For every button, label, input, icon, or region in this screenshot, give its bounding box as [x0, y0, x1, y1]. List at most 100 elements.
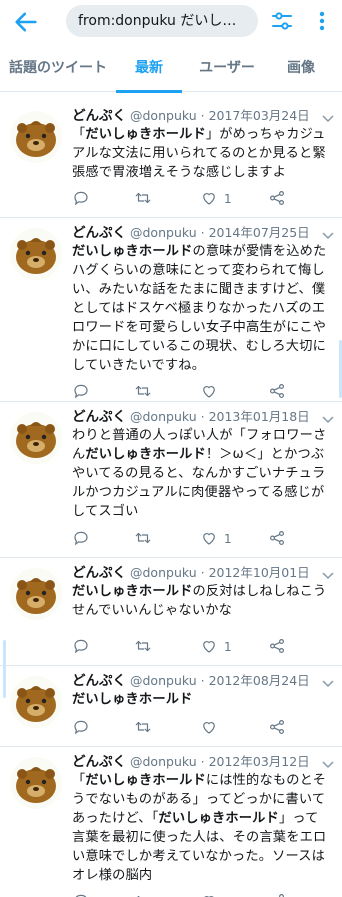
heart-icon — [200, 382, 218, 403]
vertical-dots-icon[interactable] — [312, 9, 332, 33]
chevron-down-icon[interactable] — [322, 568, 334, 580]
scroll-indicator — [3, 640, 6, 698]
tab-images[interactable]: 画像 — [272, 44, 330, 92]
user-handle: @donpuku — [130, 108, 197, 123]
share-icon — [268, 718, 286, 739]
like-count: 1 — [224, 640, 232, 654]
heart-icon — [200, 718, 218, 739]
reply-button[interactable] — [72, 190, 90, 208]
retweet-button[interactable] — [134, 530, 158, 548]
avatar[interactable] — [10, 412, 62, 464]
retweet-icon — [134, 189, 152, 210]
tweet-card[interactable]: どんぷく @donpuku · 2012年08月24日 だいしゅきホールド — [0, 666, 342, 747]
tweet-actions: 1 — [72, 522, 330, 558]
reply-button[interactable] — [72, 383, 90, 401]
like-button[interactable] — [200, 383, 224, 401]
separator: · — [196, 565, 209, 580]
user-handle: @donpuku — [130, 225, 197, 240]
avatar[interactable] — [10, 757, 62, 809]
user-name[interactable]: どんぷく — [72, 409, 126, 425]
tweet-date: 2013年01月18日 — [208, 409, 310, 424]
tweet-text: 「だいしゅきホールド」がめっちゃカジュアルな文法に用いられてるのとか見ると緊張感… — [72, 125, 330, 182]
reply-button[interactable] — [72, 719, 90, 737]
retweet-button[interactable] — [134, 190, 158, 208]
tweet-card[interactable]: どんぷく @donpuku · 2017年03月24日 「だいしゅきホールド」がめ… — [0, 101, 342, 218]
reply-button[interactable] — [72, 893, 90, 897]
tweet-actions: 1 — [72, 630, 330, 666]
tweet-text: だいしゅきホールドの反対はしねしねこうせんでいいんじゃないかな — [72, 582, 330, 630]
retweet-button[interactable]: 15 — [134, 893, 173, 897]
separator: · — [196, 225, 209, 240]
avatar[interactable] — [10, 228, 62, 280]
user-name[interactable]: どんぷく — [72, 754, 126, 770]
avatar[interactable] — [10, 568, 62, 620]
tweet-list: どんぷく @donpuku · 2017年03月24日 「だいしゅきホールド」がめ… — [0, 101, 342, 897]
tweet-card[interactable]: どんぷく @donpuku · 2012年10月01日 だいしゅきホールドの反対は… — [0, 558, 342, 666]
tab-latest[interactable]: 最新 — [116, 44, 182, 93]
avatar[interactable] — [10, 111, 62, 163]
chevron-down-icon[interactable] — [322, 111, 334, 123]
like-count: 1 — [224, 532, 232, 546]
user-name[interactable]: どんぷく — [72, 565, 126, 581]
tweet-card[interactable]: どんぷく @donpuku · 2014年07月25日 だいしゅきホールドの意味が… — [0, 218, 342, 402]
highlighted-keyword: だいしゅきホールド — [85, 773, 206, 788]
retweet-button[interactable] — [134, 383, 158, 401]
tweet-text: だいしゅきホールド — [72, 690, 330, 711]
like-button[interactable]: 1 — [200, 638, 232, 656]
search-input[interactable]: from:donpuku だいしゅきホールド — [66, 5, 258, 37]
like-button[interactable]: 12 — [200, 893, 239, 897]
heart-icon — [200, 529, 218, 550]
share-button[interactable] — [268, 638, 286, 656]
chevron-down-icon[interactable] — [322, 228, 334, 240]
arrow-left-icon[interactable] — [12, 8, 40, 36]
share-button[interactable] — [268, 719, 286, 737]
tweet-actions — [72, 711, 330, 747]
separator: · — [196, 673, 209, 688]
tweet-header: どんぷく @donpuku · 2012年03月12日 — [72, 753, 334, 771]
tweet-date: 2012年03月12日 — [208, 754, 310, 769]
sliders-icon[interactable] — [270, 9, 294, 33]
reply-icon — [72, 637, 90, 658]
tweet-card[interactable]: どんぷく @donpuku · 2013年01月18日 わりと普通の人っぽい人が「… — [0, 402, 342, 558]
separator: · — [196, 754, 209, 769]
highlighted-keyword: だいしゅきホールド — [85, 127, 206, 142]
highlighted-keyword: だいしゅきホールド — [158, 811, 279, 826]
reply-button[interactable] — [72, 530, 90, 548]
tweet-card[interactable]: どんぷく @donpuku · 2012年03月12日 「だいしゅきホールドには性… — [0, 747, 342, 897]
retweet-button[interactable] — [134, 638, 158, 656]
avatar[interactable] — [10, 676, 62, 728]
share-icon — [268, 637, 286, 658]
like-button[interactable]: 1 — [200, 530, 232, 548]
user-name[interactable]: どんぷく — [72, 108, 126, 124]
retweet-icon — [134, 718, 152, 739]
separator: · — [196, 409, 209, 424]
like-button[interactable]: 1 — [200, 190, 232, 208]
user-handle: @donpuku — [130, 565, 197, 580]
heart-icon — [200, 892, 218, 897]
share-button[interactable] — [268, 530, 286, 548]
tweet-header: どんぷく @donpuku · 2017年03月24日 — [72, 107, 334, 125]
tweet-text: わりと普通の人っぽい人が「フォロワーさんだいしゅきホールド！＞ω＜」とかつぶやい… — [72, 426, 330, 522]
tweet-text: だいしゅきホールドの意味が愛情を込めたハグくらいの意味にとって変わられて悔しい、… — [72, 242, 330, 375]
tab-top-tweets[interactable]: 話題のツイート — [0, 44, 116, 92]
share-button[interactable] — [268, 190, 286, 208]
reply-button[interactable] — [72, 638, 90, 656]
highlighted-keyword: だいしゅきホールド — [72, 244, 193, 259]
user-name[interactable]: どんぷく — [72, 225, 126, 241]
reply-icon — [72, 718, 90, 739]
chevron-down-icon[interactable] — [322, 757, 334, 769]
text-segment: の意味が愛情を込めたハグくらいの意味にとって変わられて悔しい、みたいな話をたまに… — [72, 244, 327, 373]
top-bar: from:donpuku だいしゅきホールド — [0, 0, 342, 44]
chevron-down-icon[interactable] — [322, 676, 334, 688]
share-button[interactable] — [268, 383, 286, 401]
retweet-icon — [134, 892, 152, 897]
share-button[interactable] — [268, 893, 286, 897]
tab-users[interactable]: ユーザー — [182, 44, 272, 92]
tweet-date: 2012年08月24日 — [208, 673, 310, 688]
like-button[interactable] — [200, 719, 224, 737]
heart-icon — [200, 189, 218, 210]
chevron-down-icon[interactable] — [322, 412, 334, 424]
user-name[interactable]: どんぷく — [72, 673, 126, 689]
tweet-date: 2012年10月01日 — [208, 565, 310, 580]
retweet-button[interactable] — [134, 719, 158, 737]
